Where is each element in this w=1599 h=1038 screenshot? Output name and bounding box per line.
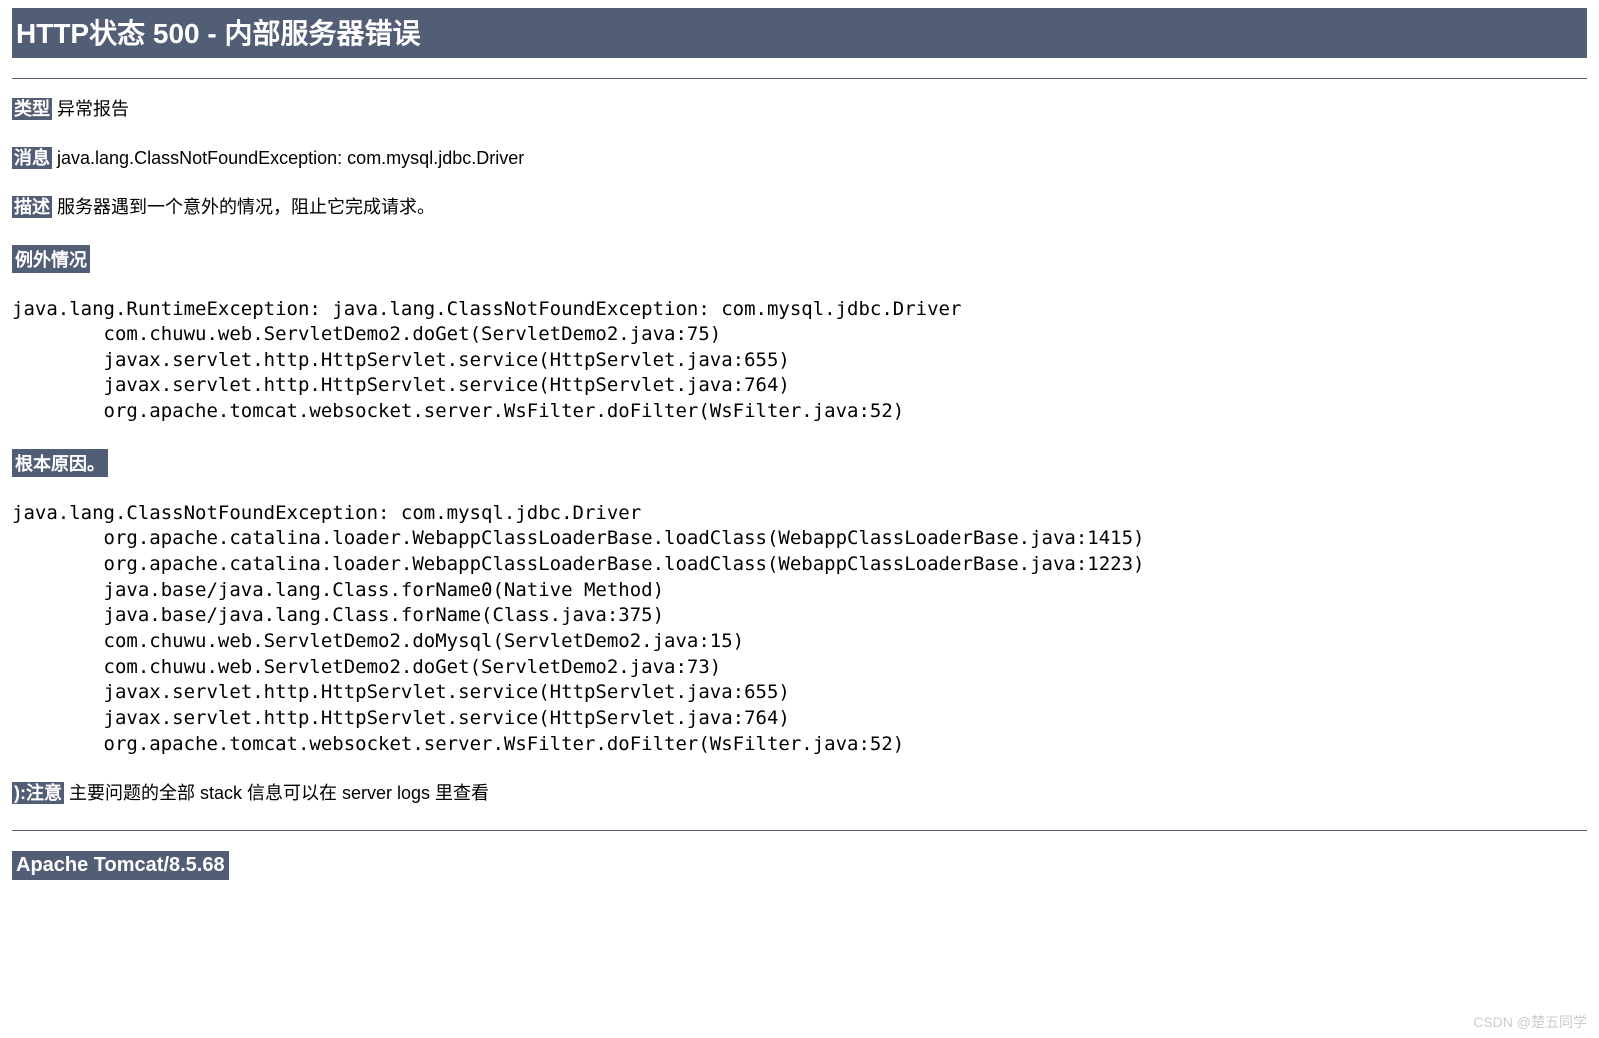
watermark-text: CSDN @楚五同学: [1473, 1012, 1587, 1032]
server-footer: Apache Tomcat/8.5.68: [12, 851, 229, 880]
note-label: ):注意: [12, 782, 64, 804]
type-label: 类型: [12, 98, 52, 120]
rootcause-heading: 根本原因。: [12, 449, 108, 477]
note-row: ):注意 主要问题的全部 stack 信息可以在 server logs 里查看: [12, 781, 1587, 806]
description-label: 描述: [12, 196, 52, 218]
page-title: HTTP状态 500 - 内部服务器错误: [12, 8, 1587, 58]
divider-bottom: [12, 830, 1587, 831]
type-row: 类型 异常报告: [12, 97, 1587, 122]
rootcause-stacktrace: java.lang.ClassNotFoundException: com.my…: [12, 501, 1587, 757]
description-value: 服务器遇到一个意外的情况，阻止它完成请求。: [57, 197, 435, 217]
exception-heading: 例外情况: [12, 245, 90, 273]
message-value: java.lang.ClassNotFoundException: com.my…: [57, 148, 524, 168]
description-row: 描述 服务器遇到一个意外的情况，阻止它完成请求。: [12, 195, 1587, 220]
note-value: 主要问题的全部 stack 信息可以在 server logs 里查看: [69, 783, 489, 803]
divider-top: [12, 78, 1587, 79]
type-value: 异常报告: [57, 99, 129, 119]
exception-stacktrace: java.lang.RuntimeException: java.lang.Cl…: [12, 297, 1587, 425]
message-label: 消息: [12, 147, 52, 169]
message-row: 消息 java.lang.ClassNotFoundException: com…: [12, 146, 1587, 171]
